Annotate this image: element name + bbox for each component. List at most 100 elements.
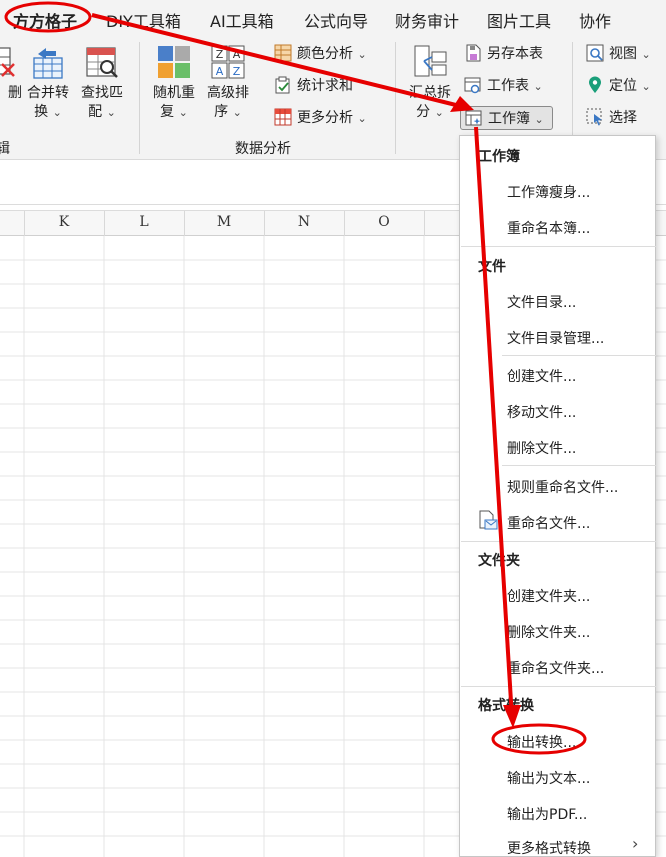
color-analysis-button[interactable]: 颜色分析 ⌄ — [274, 42, 367, 66]
section-workbook: 工作簿 — [478, 149, 520, 165]
random-repeat-label-1: 随机重 — [153, 85, 195, 101]
split-sheets-icon — [412, 44, 448, 80]
random-repeat-label-2: 复 — [160, 104, 175, 120]
menu-item-create-folder[interactable]: 创建文件夹... — [507, 586, 590, 606]
svg-text:A: A — [233, 48, 241, 61]
merge-convert-button[interactable]: 合并转换 ⌄ — [20, 44, 76, 122]
menu-item-rename-workbook[interactable]: 重命名本簿... — [507, 218, 590, 238]
more-analysis-label: 更多分析 — [297, 110, 353, 126]
menu-item-more-format-convert[interactable]: 更多格式转换 — [507, 838, 591, 857]
chevron-down-icon: ⌄ — [434, 106, 444, 119]
column-divider — [424, 211, 425, 237]
chevron-down-icon: ⌄ — [178, 106, 188, 119]
lookup-match-icon — [84, 44, 120, 80]
color-analysis-label: 颜色分析 — [297, 46, 353, 62]
save-as-sheet-label: 另存本表 — [487, 46, 543, 62]
menu-item-rename-file[interactable]: 重命名文件... — [507, 513, 590, 533]
menu-item-create-file[interactable]: 创建文件... — [507, 366, 576, 386]
save-sheet-icon — [464, 44, 482, 62]
select-button[interactable]: 选择 — [586, 106, 637, 130]
chevron-down-icon: ⌄ — [641, 80, 651, 93]
tab-collaboration[interactable]: 协作 — [579, 8, 611, 32]
tab-finance-audit[interactable]: 财务审计 — [395, 8, 459, 32]
edit-group-label: 辑 — [0, 141, 10, 157]
menu-separator — [461, 246, 656, 247]
menu-item-file-directory[interactable]: 文件目录... — [507, 292, 576, 312]
menu-item-rule-rename-files[interactable]: 规则重命名文件... — [507, 477, 618, 497]
menu-item-workbook-slim[interactable]: 工作簿瘦身... — [507, 182, 590, 202]
chevron-down-icon: ⌄ — [534, 113, 544, 126]
summary-split-button[interactable]: 汇总拆分 ⌄ — [402, 44, 458, 122]
select-label: 选择 — [609, 110, 637, 126]
rename-file-icon — [478, 510, 498, 534]
menu-separator — [502, 355, 656, 356]
menu-item-file-directory-manage[interactable]: 文件目录管理... — [507, 328, 604, 348]
delete-icon — [0, 44, 16, 80]
ribbon-separator — [139, 42, 140, 154]
section-format-convert: 格式转换 — [478, 698, 534, 714]
more-analysis-button[interactable]: 更多分析 ⌄ — [274, 106, 367, 130]
merge-convert-label-1: 合并转 — [27, 85, 69, 101]
locate-label: 定位 — [609, 78, 637, 94]
save-as-sheet-button[interactable]: 另存本表 — [464, 42, 543, 66]
ribbon-separator — [395, 42, 396, 154]
chevron-down-icon: ⌄ — [52, 106, 62, 119]
random-repeat-icon — [156, 44, 192, 80]
view-button[interactable]: 视图 ⌄ — [586, 42, 651, 66]
locate-button[interactable]: 定位 ⌄ — [586, 74, 651, 98]
menu-item-delete-folder[interactable]: 删除文件夹... — [507, 622, 590, 642]
chevron-down-icon: ⌄ — [232, 106, 242, 119]
svg-text:Z: Z — [233, 65, 241, 78]
advanced-sort-button[interactable]: Z A A Z 高级排序 ⌄ — [200, 44, 256, 122]
chevron-down-icon: ⌄ — [357, 48, 367, 61]
worksheet-icon — [464, 76, 482, 94]
lookup-match-button[interactable]: 查找匹配 ⌄ — [74, 44, 130, 122]
menu-bar: 方方格子 DIY工具箱 AI工具箱 公式向导 财务审计 图片工具 协作 — [0, 0, 666, 36]
menu-item-move-file[interactable]: 移动文件... — [507, 402, 576, 422]
menu-item-output-text[interactable]: 输出为文本... — [507, 768, 590, 788]
stat-sum-label: 统计求和 — [297, 78, 353, 94]
summary-split-label-1: 汇总拆 — [409, 85, 451, 101]
color-table-icon — [274, 44, 292, 62]
random-repeat-button[interactable]: 随机重复 ⌄ — [146, 44, 202, 122]
tab-fangfang-gezi[interactable]: 方方格子 — [13, 8, 77, 32]
lookup-match-label-1: 查找匹 — [81, 85, 123, 101]
tab-diy-toolbox[interactable]: DIY工具箱 — [106, 8, 181, 32]
menu-separator — [461, 686, 656, 687]
red-table-icon — [274, 108, 292, 126]
view-label: 视图 — [609, 46, 637, 62]
merge-convert-label-2: 换 — [34, 104, 49, 120]
stat-sum-button[interactable]: 统计求和 — [274, 74, 353, 98]
select-cursor-icon — [586, 108, 604, 126]
tab-image-tools[interactable]: 图片工具 — [487, 8, 551, 32]
tab-ai-toolbox[interactable]: AI工具箱 — [210, 8, 274, 32]
chevron-down-icon: ⌄ — [106, 106, 116, 119]
workbook-dropdown-menu: 工作簿 工作簿瘦身... 重命名本簿... 文件 文件目录... 文件目录管理.… — [459, 135, 656, 857]
column-header-o[interactable]: O — [344, 214, 424, 230]
clipboard-check-icon — [274, 76, 292, 94]
menu-item-delete-file[interactable]: 删除文件... — [507, 438, 576, 458]
lookup-match-label-2: 配 — [88, 104, 103, 120]
data-analysis-group-label: 数据分析 — [235, 141, 291, 157]
worksheet-button[interactable]: 工作表 ⌄ — [464, 74, 543, 98]
menu-item-output-pdf[interactable]: 输出为PDF... — [507, 804, 587, 824]
location-pin-icon — [586, 76, 604, 94]
advanced-sort-label-1: 高级排 — [207, 85, 249, 101]
menu-separator — [502, 465, 656, 466]
advanced-sort-label-2: 序 — [214, 104, 229, 120]
merge-convert-icon — [30, 44, 66, 80]
workbook-icon — [465, 109, 483, 127]
chevron-right-icon: › — [632, 834, 639, 853]
sort-az-icon: Z A A Z — [210, 44, 246, 80]
tab-formula-wizard[interactable]: 公式向导 — [304, 8, 368, 32]
menu-item-rename-folder[interactable]: 重命名文件夹... — [507, 658, 604, 678]
chevron-down-icon: ⌄ — [641, 48, 651, 61]
view-icon — [586, 44, 604, 62]
menu-item-output-convert[interactable]: 输出转换... — [507, 732, 576, 752]
workbook-button[interactable]: 工作簿 ⌄ — [460, 106, 553, 130]
column-header-n[interactable]: N — [264, 214, 344, 230]
column-header-l[interactable]: L — [104, 214, 184, 230]
column-header-k[interactable]: K — [24, 214, 104, 230]
column-header-m[interactable]: M — [184, 214, 264, 230]
svg-text:A: A — [216, 65, 224, 78]
